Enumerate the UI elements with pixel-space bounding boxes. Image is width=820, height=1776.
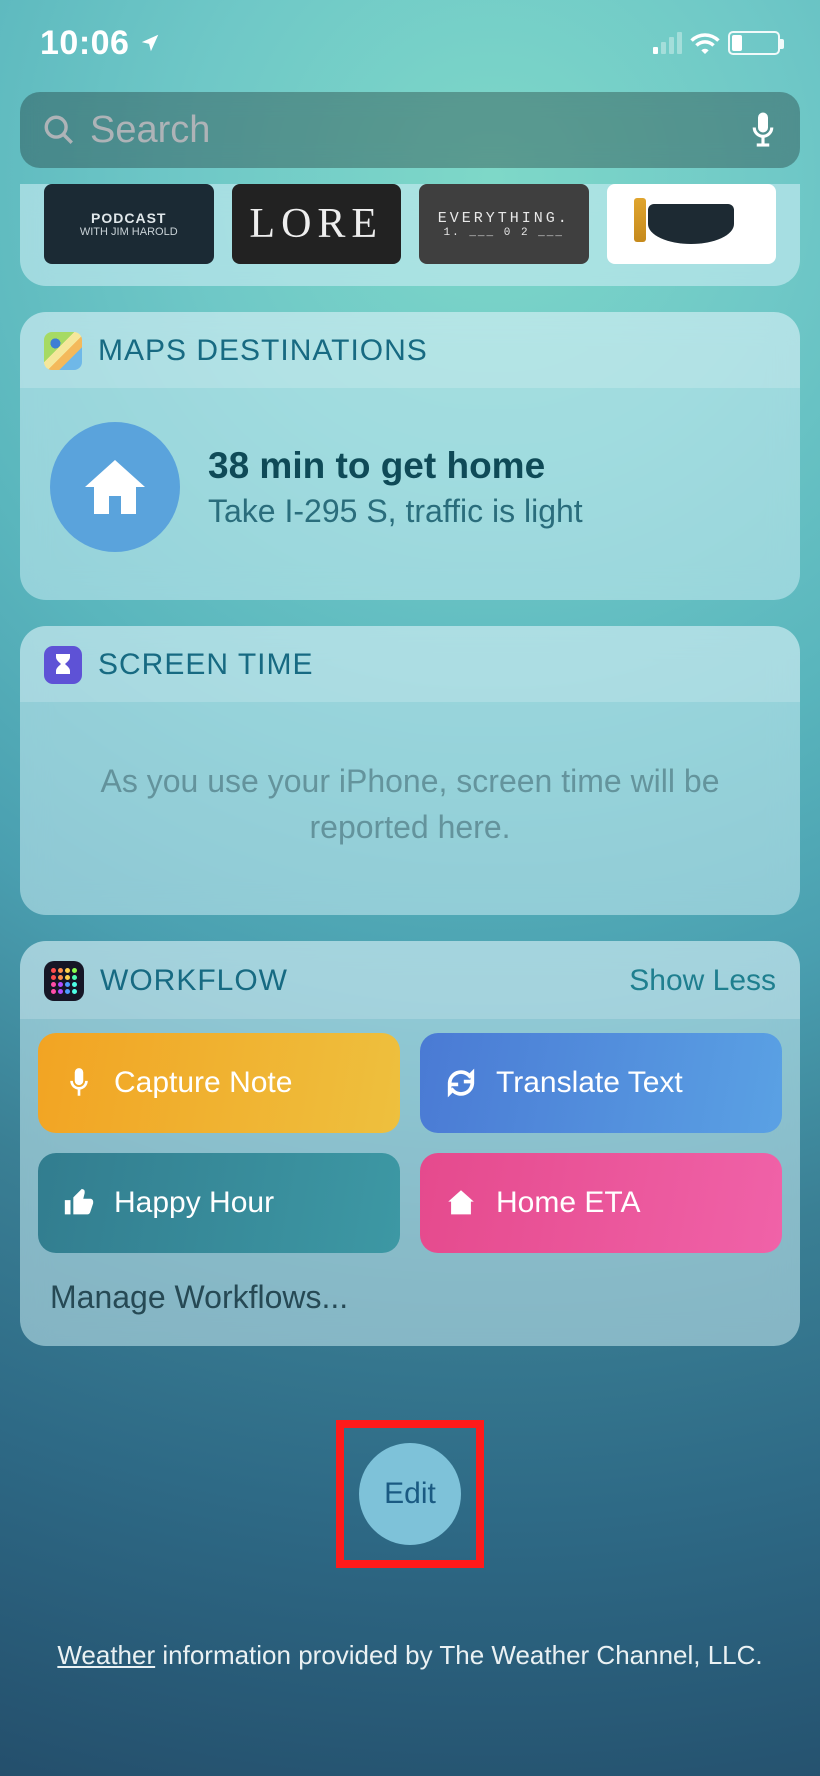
edit-widgets-button[interactable]: Edit (359, 1443, 461, 1545)
widget-header: SCREEN TIME (20, 626, 800, 702)
workflow-button-label: Home ETA (496, 1186, 640, 1220)
wifi-icon (690, 32, 720, 54)
eta-text: 38 min to get home (208, 445, 583, 487)
workflow-widget[interactable]: WORKFLOW Show Less Capture Note Translat… (20, 941, 800, 1346)
podcast-tile[interactable] (607, 184, 777, 264)
widget-header: WORKFLOW Show Less (20, 941, 800, 1019)
thumbs-up-icon (62, 1186, 96, 1220)
workflow-happy-hour-button[interactable]: Happy Hour (38, 1153, 400, 1253)
maps-destinations-widget[interactable]: MAPS DESTINATIONS 38 min to get home Tak… (20, 312, 800, 600)
widget-header: MAPS DESTINATIONS (20, 312, 800, 388)
workflow-button-label: Happy Hour (114, 1186, 274, 1220)
edit-button-highlight: Edit (336, 1420, 484, 1568)
screen-time-app-icon (44, 646, 82, 684)
manage-workflows-link[interactable]: Manage Workflows... (38, 1253, 782, 1322)
workflow-app-icon (44, 961, 84, 1001)
house-icon (79, 451, 151, 523)
route-text: Take I-295 S, traffic is light (208, 493, 583, 530)
workflow-capture-note-button[interactable]: Capture Note (38, 1033, 400, 1133)
workflow-home-eta-button[interactable]: Home ETA (420, 1153, 782, 1253)
screen-time-widget[interactable]: SCREEN TIME As you use your iPhone, scre… (20, 626, 800, 915)
search-bar[interactable] (20, 92, 800, 168)
location-arrow-icon (139, 32, 161, 54)
search-icon (42, 113, 76, 147)
maps-app-icon (44, 332, 82, 370)
hourglass-icon (52, 652, 74, 678)
widget-title: SCREEN TIME (98, 648, 313, 682)
podcast-tile[interactable]: LORE (232, 184, 402, 264)
widget-title: MAPS DESTINATIONS (98, 334, 428, 368)
home-destination-icon[interactable] (50, 422, 180, 552)
status-time: 10:06 (40, 24, 129, 63)
status-bar: 10:06 (0, 0, 820, 74)
widget-title: WORKFLOW (100, 964, 288, 998)
battery-icon (728, 31, 780, 55)
search-input[interactable] (90, 109, 734, 152)
podcast-tile[interactable]: EVERYTHING. 1. ___ 0 2 ___ (419, 184, 589, 264)
weather-link[interactable]: Weather (57, 1640, 155, 1670)
show-less-toggle[interactable]: Show Less (629, 964, 776, 998)
workflow-button-label: Translate Text (496, 1066, 683, 1100)
microphone-icon[interactable] (748, 110, 778, 150)
refresh-icon (444, 1066, 478, 1100)
podcast-widget[interactable]: PODCAST WITH JIM HAROLD LORE EVERYTHING.… (20, 184, 800, 286)
book-icon (648, 204, 734, 244)
house-icon (444, 1186, 478, 1220)
screen-time-message: As you use your iPhone, screen time will… (20, 702, 800, 915)
microphone-icon (62, 1066, 96, 1100)
podcast-tile[interactable]: PODCAST WITH JIM HAROLD (44, 184, 214, 264)
weather-attribution: Weather information provided by The Weat… (0, 1640, 820, 1671)
workflow-button-label: Capture Note (114, 1066, 292, 1100)
workflow-translate-text-button[interactable]: Translate Text (420, 1033, 782, 1133)
cell-signal-icon (653, 32, 682, 54)
